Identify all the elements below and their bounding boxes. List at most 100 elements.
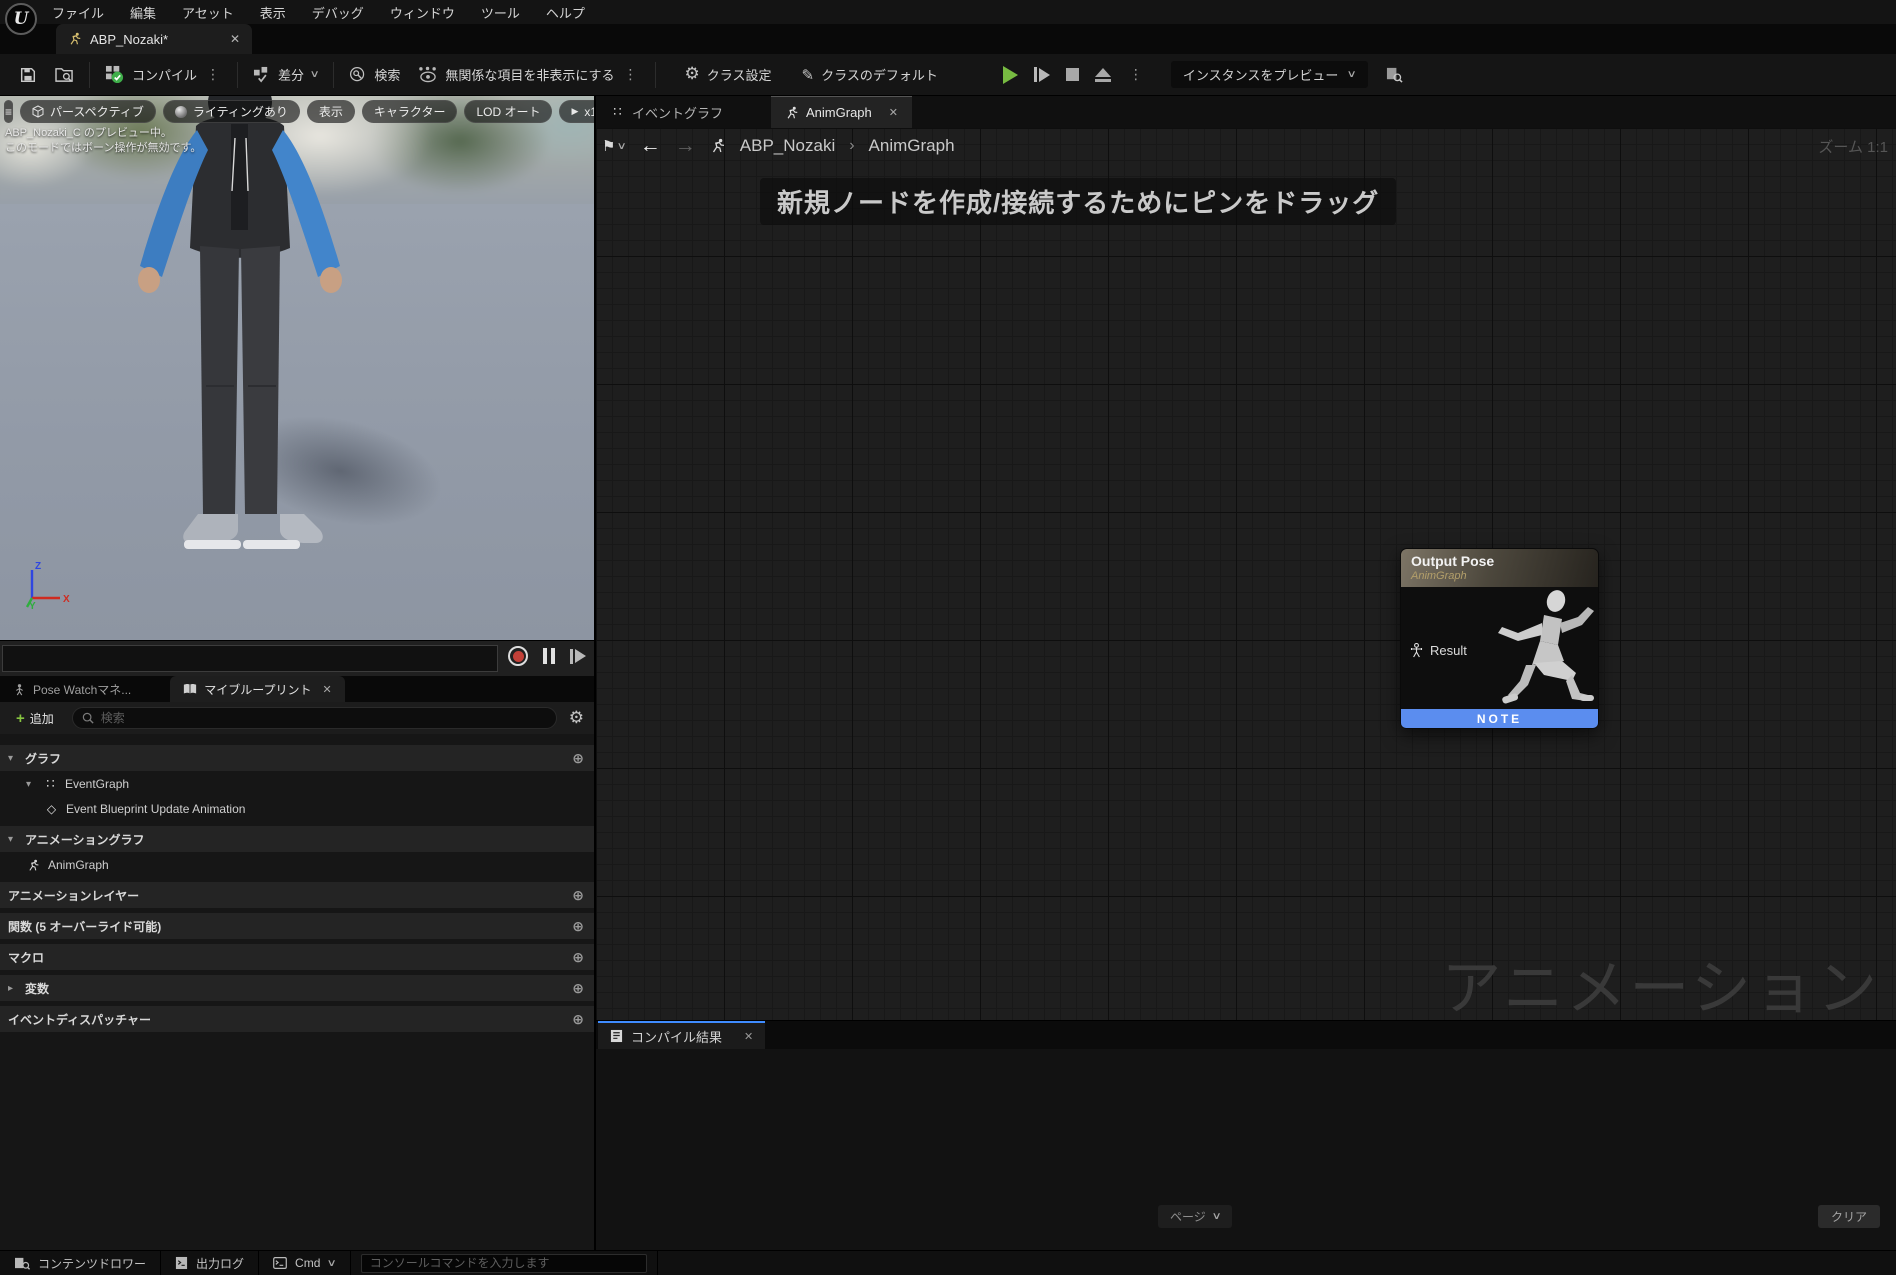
step-forward-icon[interactable] [570,649,586,664]
caret-icon[interactable] [26,779,36,790]
record-icon[interactable] [508,646,528,666]
add-button[interactable]: + 追加 [6,707,64,729]
blueprint-row[interactable]: アニメーショングラフ [0,826,594,852]
compile-options-icon[interactable]: ⋮ [204,66,222,83]
caret-icon[interactable] [8,753,18,764]
tab-pose-watch-manager[interactable]: Pose Watchマネ... [0,676,144,702]
preview-viewport[interactable]: ≡ パースペクティブ ライティングあり 表示 キャラクター LOD オート ▶ … [0,96,594,640]
blueprint-row[interactable]: グラフ [0,745,594,771]
playback-speed-button[interactable]: ▶ x1.0 ≫ [559,100,594,123]
back-arrow-icon[interactable]: ← [640,134,661,158]
caret-icon[interactable] [8,983,18,994]
perspective-dropdown[interactable]: パースペクティブ [20,100,156,123]
left-panel-tab-strip: Pose Watchマネ... マイブループリント ✕ [0,676,594,702]
add-circle-icon[interactable] [572,949,584,966]
menu-item[interactable]: 編集 [130,3,156,22]
my-blueprint-close-icon[interactable]: ✕ [323,683,332,696]
menu-item[interactable]: ヘルプ [546,3,585,22]
debug-object-button[interactable] [1376,60,1413,90]
preview-instance-dropdown[interactable]: インスタンスをプレビュー ∨ [1171,61,1368,88]
blueprint-row[interactable]: アニメーションレイヤー [0,882,594,908]
tab-my-blueprint[interactable]: マイブループリント ✕ [170,676,345,702]
panel-settings-gear-icon[interactable]: ⚙ [565,710,588,727]
show-dropdown[interactable]: 表示 [307,100,355,123]
blueprint-row[interactable]: EventGraph [0,772,594,796]
play-icon[interactable] [1003,66,1018,84]
tab-anim-graph[interactable]: AnimGraph ✕ [771,96,912,128]
compile-button[interactable]: コンパイル ⋮ [96,60,231,90]
search-icon [349,66,367,84]
output-log-button[interactable]: 出力ログ [161,1251,259,1275]
add-circle-icon[interactable] [572,887,584,904]
compile-results-label: コンパイル結果 [631,1027,722,1046]
node-header[interactable]: Output Pose AnimGraph [1401,549,1598,587]
output-pose-node[interactable]: Output Pose AnimGraph [1400,548,1599,729]
menu-item[interactable]: アセット [182,3,234,22]
view-mode-dropdown[interactable]: ライティングあり [163,100,300,123]
asset-tab[interactable]: ABP_Nozaki* ✕ [56,24,252,54]
eject-icon[interactable] [1095,68,1111,82]
menu-item[interactable]: ツール [481,3,520,22]
node-subtitle: AnimGraph [1411,569,1588,583]
blueprint-row[interactable]: マクロ [0,944,594,970]
menu-item[interactable]: 表示 [260,3,286,22]
content-drawer-button[interactable]: コンテンツドロワー [0,1251,161,1275]
chevron-down-icon: ∨ [1347,69,1357,80]
add-circle-icon[interactable] [572,1011,584,1028]
page-label: ページ [1170,1208,1206,1225]
page-dropdown[interactable]: ページ ∨ [1158,1205,1232,1228]
menu-item[interactable]: ウィンドウ [390,3,455,22]
clear-button[interactable]: クリア [1818,1205,1880,1228]
add-circle-icon[interactable] [572,750,584,767]
tab-compile-results[interactable]: コンパイル結果 ✕ [598,1021,765,1049]
blueprint-row-label: マクロ [8,949,44,966]
blueprint-row[interactable]: 関数 (5 オーバーライド可能) [0,913,594,939]
add-circle-icon[interactable] [572,918,584,935]
hide-unrelated-options-icon[interactable]: ⋮ [622,66,640,83]
find-button[interactable]: 検索 [340,60,409,90]
compile-results-close-icon[interactable]: ✕ [744,1030,753,1043]
timeline-scrubber[interactable] [2,645,498,672]
result-pin[interactable]: Result [1410,643,1467,658]
class-settings-button[interactable]: ⚙ クラス設定 [676,60,781,90]
blueprint-row[interactable]: イベントディスパッチャー [0,1006,594,1032]
menu-item[interactable]: ファイル [52,3,104,22]
lod-dropdown[interactable]: LOD オート [464,100,552,123]
blueprint-row[interactable]: 変数 [0,975,594,1001]
breadcrumb-current[interactable]: AnimGraph [869,136,955,156]
asset-tab-close-icon[interactable]: ✕ [204,32,240,46]
node-note-banner[interactable]: NOTE [1401,709,1598,728]
add-circle-icon[interactable] [572,980,584,997]
svg-text:X: X [63,594,70,605]
stop-icon[interactable] [1066,68,1079,81]
blueprint-row[interactable]: AnimGraph [0,853,594,877]
pause-icon[interactable] [543,648,555,664]
cmd-dropdown[interactable]: Cmd ∨ [259,1251,351,1275]
event-graph-tab-label: イベントグラフ [632,103,723,122]
character-dropdown[interactable]: キャラクター [362,100,458,123]
frame-skip-icon[interactable] [1034,67,1050,82]
menu-item[interactable]: デバッグ [312,3,364,22]
chevron-down-icon: ∨ [1211,1211,1221,1222]
console-command-input[interactable] [361,1254,647,1273]
cmd-label: Cmd [295,1256,320,1270]
forward-arrow-icon[interactable]: → [675,134,696,158]
hide-unrelated-button[interactable]: 無関係な項目を非表示にする ⋮ [409,60,648,90]
bookmark-icon[interactable]: ⚑∨ [602,137,626,155]
save-button[interactable] [10,60,46,90]
blueprint-search-input[interactable] [101,711,547,725]
viewport-menu-button[interactable]: ≡ [4,100,13,123]
panel-divider[interactable] [594,96,596,1250]
event-node-icon [44,802,59,816]
blueprint-row[interactable]: Event Blueprint Update Animation [0,797,594,821]
browse-asset-button[interactable] [46,60,83,90]
play-options-icon[interactable]: ⋮ [1127,66,1145,83]
unreal-logo-icon[interactable]: U [5,3,37,35]
diff-button[interactable]: 差分 ∨ [244,60,327,90]
class-defaults-button[interactable]: ✎ クラスのデフォルト [793,60,947,90]
tab-event-graph[interactable]: イベントグラフ [596,96,737,128]
breadcrumb-root[interactable]: ABP_Nozaki [740,136,835,156]
anim-graph-canvas[interactable]: ⚑∨ ← → ABP_Nozaki › AnimGraph ズーム 1:1 新規… [596,128,1896,1020]
anim-graph-tab-close-icon[interactable]: ✕ [889,106,898,119]
caret-icon[interactable] [8,834,18,845]
